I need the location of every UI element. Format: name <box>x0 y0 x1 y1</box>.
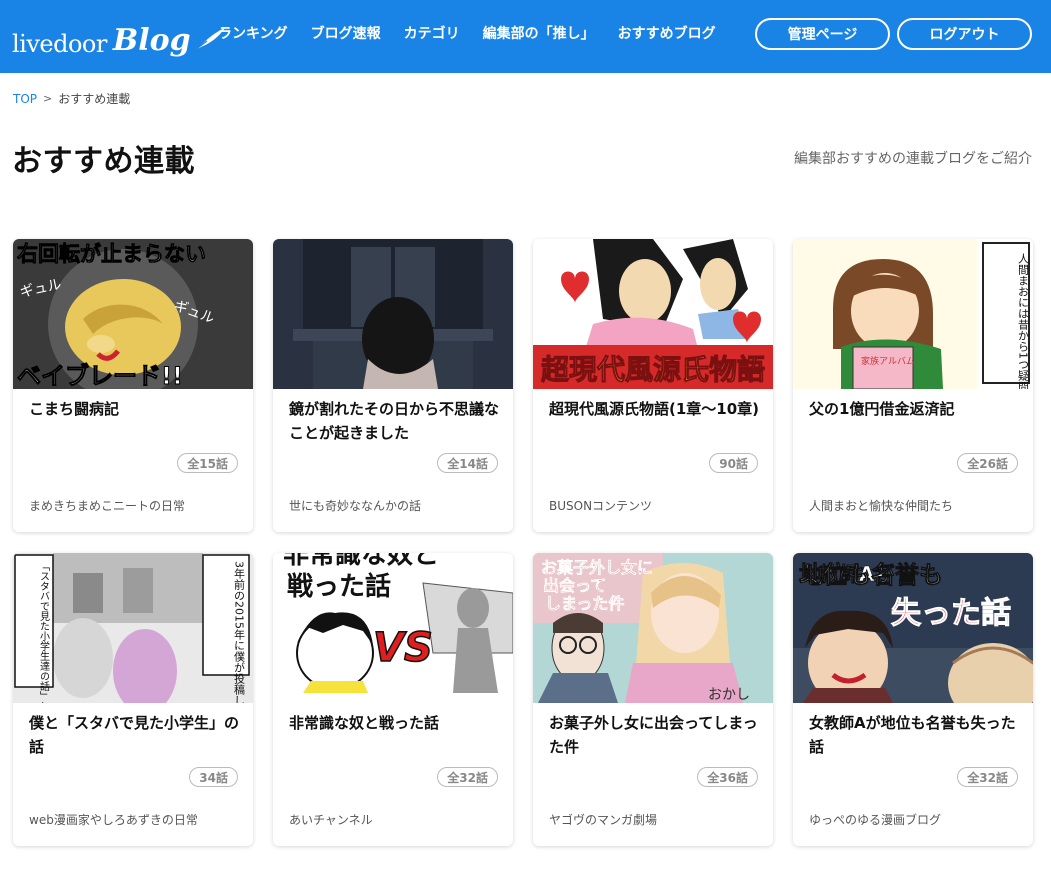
series-thumbnail: 女教師Aが 地位も名誉も 失った話 <box>793 553 1033 703</box>
series-thumbnail: お菓子外し女に 出会って しまった件 おかし <box>533 553 773 703</box>
series-thumbnail: 家族アルバム 人間まおには昔から1つ疑問があった <box>793 239 1033 389</box>
livedoor-blog-logo[interactable]: livedoor Blog <box>12 16 227 56</box>
logo-text: livedoor <box>12 30 107 58</box>
series-card-teacher[interactable]: 女教師Aが 地位も名誉も 失った話 女教師Aが地位も名誉も失った話 全32話 ゆ… <box>793 553 1033 846</box>
thumb-text: おかし <box>708 687 750 703</box>
episode-count-badge: 全36話 <box>697 767 758 787</box>
episode-count-badge: 90話 <box>709 453 758 473</box>
thumb-text: お菓子外し女に <box>541 558 653 577</box>
series-card-rude-person[interactable]: 非常識な奴と 戦った話 VS 非常識な奴と戦った話 全32話 あいチャンネル <box>273 553 513 846</box>
series-thumbnail: 「スタバで見た小学生達の話」という漫画がある 3年前の2015年に僕が投稿した <box>13 553 253 703</box>
series-author[interactable]: web漫画家やしろあずきの日常 <box>29 811 198 828</box>
nav-editor-picks[interactable]: 編集部の「推し」 <box>483 24 595 44</box>
episode-count-badge: 全26話 <box>957 453 1018 473</box>
series-title[interactable]: 超現代風源氏物語(1章〜10章) <box>549 397 761 421</box>
thumb-text: 「スタバで見た小学生達の話」という漫画がある <box>38 561 50 703</box>
series-card-debt[interactable]: 家族アルバム 人間まおには昔から1つ疑問があった 父の1億円借金返済記 全26話… <box>793 239 1033 532</box>
episode-count-badge: 全14話 <box>437 453 498 473</box>
breadcrumb: TOP > おすすめ連載 <box>13 90 130 107</box>
thumb-text: 3年前の2015年に僕が投稿した <box>233 561 246 703</box>
series-thumbnail: 超現代風源氏物語 <box>533 239 773 389</box>
thumb-text: VS <box>373 625 433 671</box>
thumb-text: 失った話 <box>891 596 1011 631</box>
thumb-text: ベイブレード!! <box>17 362 183 389</box>
series-thumbnail: 右回転が止まらない ギュル ギュル ベイブレード!! <box>13 239 253 389</box>
series-card-starbucks[interactable]: 「スタバで見た小学生達の話」という漫画がある 3年前の2015年に僕が投稿した … <box>13 553 253 846</box>
page-description: 編集部おすすめの連載ブログをご紹介 <box>794 151 1032 167</box>
main-nav: ランキング ブログ速報 カテゴリ 編集部の「推し」 おすすめブログ <box>218 24 739 44</box>
logo-blog-text: Blog <box>112 23 191 58</box>
thumb-text: 戦った話 <box>287 571 391 602</box>
series-thumbnail <box>273 239 513 389</box>
nav-blog-news[interactable]: ブログ速報 <box>311 24 381 44</box>
episode-count-badge: 全32話 <box>437 767 498 787</box>
series-card-okashi[interactable]: お菓子外し女に 出会って しまった件 おかし お菓子外し女に出会ってしまった件 … <box>533 553 773 846</box>
series-author[interactable]: あいチャンネル <box>289 811 373 828</box>
thumb-text: 出会って <box>543 576 606 595</box>
series-author[interactable]: ゆっぺのゆる漫画ブログ <box>809 811 941 828</box>
thumb-text: 超現代風源氏物語 <box>541 353 765 386</box>
series-card-genji[interactable]: 超現代風源氏物語 超現代風源氏物語(1章〜10章) 90話 BUSONコンテンツ <box>533 239 773 532</box>
series-title[interactable]: 女教師Aが地位も名誉も失った話 <box>809 711 1021 759</box>
thumb-text: しまった件 <box>545 594 624 613</box>
site-header: livedoor Blog ランキング ブログ速報 カテゴリ 編集部の「推し」 … <box>0 0 1051 73</box>
series-title[interactable]: こまち闘病記 <box>29 397 241 421</box>
breadcrumb-current: おすすめ連載 <box>58 92 131 106</box>
thumb-text: 右回転が止まらない <box>17 242 206 266</box>
series-author[interactable]: まめきちまめこニートの日常 <box>29 497 185 514</box>
episode-count-badge: 全32話 <box>957 767 1018 787</box>
logout-button[interactable]: ログアウト <box>897 18 1032 50</box>
episode-count-badge: 全15話 <box>177 453 238 473</box>
episode-count-badge: 34話 <box>189 767 238 787</box>
page-title: おすすめ連載 <box>12 144 195 179</box>
series-author[interactable]: ヤゴヴのマンガ劇場 <box>549 811 657 828</box>
series-title[interactable]: 非常識な奴と戦った話 <box>289 711 501 735</box>
series-title[interactable]: 父の1億円借金返済記 <box>809 397 1021 421</box>
breadcrumb-top-link[interactable]: TOP <box>13 92 37 106</box>
thumb-text: 人間まおには昔から1つ疑問があった <box>1017 253 1030 389</box>
series-title[interactable]: 僕と「スタバで見た小学生」の話 <box>29 711 241 759</box>
admin-page-button[interactable]: 管理ページ <box>755 18 890 50</box>
thumb-text: 家族アルバム <box>861 355 915 367</box>
series-thumbnail: 非常識な奴と 戦った話 VS <box>273 553 513 703</box>
series-card-mirror[interactable]: 鏡が割れたその日から不思議なことが起きました 全14話 世にも奇妙ななんかの話 <box>273 239 513 532</box>
thumb-text: 非常識な奴と <box>283 553 439 570</box>
series-author[interactable]: BUSONコンテンツ <box>549 497 652 514</box>
series-author[interactable]: 世にも奇妙ななんかの話 <box>289 497 421 514</box>
series-author[interactable]: 人間まおと愉快な仲間たち <box>809 497 953 514</box>
nav-category[interactable]: カテゴリ <box>404 24 460 44</box>
thumb-text: 地位も名誉も <box>799 561 943 589</box>
nav-recommended-blogs[interactable]: おすすめブログ <box>618 24 716 44</box>
series-card-komachi[interactable]: 右回転が止まらない ギュル ギュル ベイブレード!! こまち闘病記 全15話 ま… <box>13 239 253 532</box>
series-title[interactable]: お菓子外し女に出会ってしまった件 <box>549 711 761 759</box>
nav-ranking[interactable]: ランキング <box>218 24 288 44</box>
breadcrumb-separator: > <box>43 92 53 105</box>
series-title[interactable]: 鏡が割れたその日から不思議なことが起きました <box>289 397 501 445</box>
